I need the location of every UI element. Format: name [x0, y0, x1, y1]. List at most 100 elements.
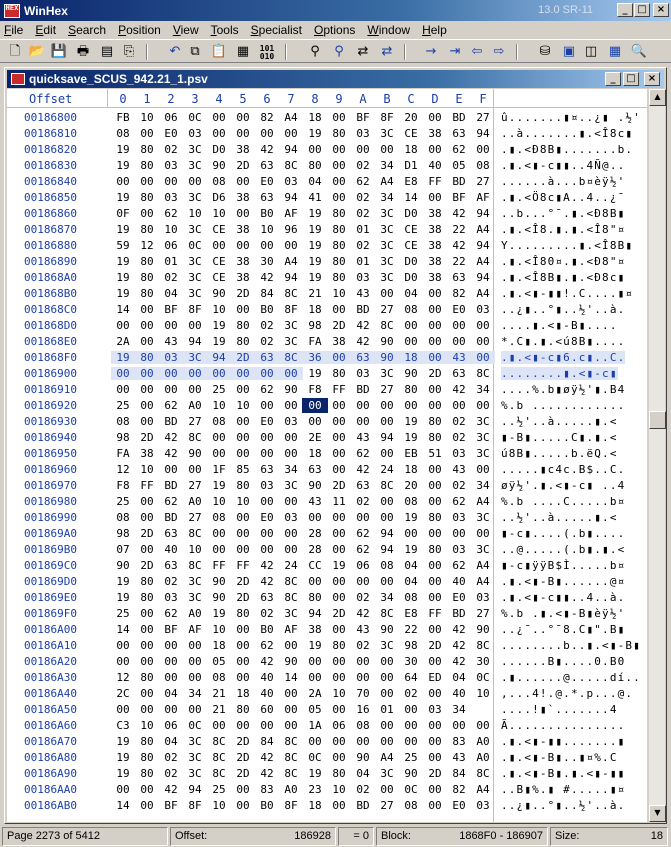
hex-byte[interactable]: 38: [327, 335, 351, 348]
hex-byte[interactable]: 03: [351, 271, 375, 284]
hex-row[interactable]: 001869D0 19 80 02 3C 90 2D 42 8C 00 00 00 00 04 00 40 A4…: [7, 573, 647, 589]
hex-byte[interactable]: 04: [159, 287, 183, 300]
hex-byte[interactable]: 27: [471, 607, 495, 620]
hex-byte[interactable]: 03: [159, 191, 183, 204]
hex-byte[interactable]: 00: [327, 463, 351, 476]
hex-byte[interactable]: 43: [159, 335, 183, 348]
hex-byte[interactable]: 00: [423, 463, 447, 476]
hex-byte[interactable]: 62: [447, 143, 471, 156]
hex-byte[interactable]: 42: [447, 383, 471, 396]
hex-byte[interactable]: 00: [279, 239, 303, 252]
hex-byte[interactable]: 19: [303, 255, 327, 268]
hex-byte[interactable]: BD: [159, 415, 183, 428]
hex-byte[interactable]: 00: [255, 447, 279, 460]
hex-byte[interactable]: 80: [135, 671, 159, 684]
hex-byte[interactable]: CE: [399, 223, 423, 236]
hex-byte[interactable]: 0F: [111, 207, 135, 220]
hex-byte[interactable]: 00: [327, 799, 351, 812]
hex-byte[interactable]: 19: [111, 591, 135, 604]
hex-byte[interactable]: 0C: [183, 719, 207, 732]
hex-byte[interactable]: 00: [231, 543, 255, 556]
hex-byte[interactable]: A4: [471, 255, 495, 268]
hex-byte[interactable]: 03: [159, 351, 183, 364]
hex-byte[interactable]: 00: [327, 143, 351, 156]
hex-byte[interactable]: 80: [135, 575, 159, 588]
text-column[interactable]: .▮.<▮-B▮......@¤: [501, 575, 625, 588]
hex-byte[interactable]: 00: [135, 703, 159, 716]
hex-byte[interactable]: 19: [111, 191, 135, 204]
hex-byte[interactable]: 08: [399, 303, 423, 316]
hex-row[interactable]: 00186A30 12 80 00 00 08 00 40 14 00 00 00 00 64 ED 04 0C…: [7, 669, 647, 685]
position-manager-icon[interactable]: ◫: [582, 43, 600, 61]
hex-byte[interactable]: 10: [207, 399, 231, 412]
hex-byte[interactable]: 42: [447, 639, 471, 652]
hex-byte[interactable]: 00: [351, 671, 375, 684]
hex-byte[interactable]: 00: [135, 511, 159, 524]
hex-byte[interactable]: BD: [447, 111, 471, 124]
hex-byte[interactable]: A0: [471, 735, 495, 748]
hex-byte[interactable]: 3C: [183, 591, 207, 604]
hex-byte[interactable]: 90: [279, 383, 303, 396]
clipboard-icon[interactable]: 📋: [210, 43, 228, 61]
hex-byte[interactable]: 2D: [231, 751, 255, 764]
hex-byte[interactable]: 00: [255, 719, 279, 732]
hex-byte[interactable]: 8C: [207, 767, 231, 780]
replace-text-icon[interactable]: ⇄: [354, 43, 372, 61]
text-column[interactable]: ú8B▮.....b.ëQ.<: [501, 447, 618, 460]
hex-byte[interactable]: 00: [111, 175, 135, 188]
hex-byte[interactable]: 80: [135, 191, 159, 204]
hex-byte[interactable]: E0: [255, 415, 279, 428]
hex-row[interactable]: 00186910 00 00 00 00 25 00 62 90 F8 FF BD 27 80 00 42 34…: [7, 381, 647, 397]
hex-byte[interactable]: 80: [135, 351, 159, 364]
hex-byte[interactable]: 00: [135, 607, 159, 620]
hex-byte[interactable]: 00: [183, 383, 207, 396]
hex-byte[interactable]: 18: [207, 639, 231, 652]
hex-byte[interactable]: 90: [279, 655, 303, 668]
hex-byte[interactable]: E0: [447, 591, 471, 604]
hex-byte[interactable]: 00: [471, 351, 495, 364]
hex-byte[interactable]: 0C: [183, 111, 207, 124]
hex-byte[interactable]: 02: [159, 271, 183, 284]
hex-byte[interactable]: 83: [447, 735, 471, 748]
hex-byte[interactable]: 03: [279, 415, 303, 428]
hex-byte[interactable]: 8C: [279, 287, 303, 300]
hex-byte[interactable]: 94: [279, 271, 303, 284]
hex-byte[interactable]: 00: [231, 207, 255, 220]
hex-byte[interactable]: EB: [399, 447, 423, 460]
hex-byte[interactable]: 98: [399, 639, 423, 652]
hex-byte[interactable]: 00: [423, 319, 447, 332]
hex-byte[interactable]: 02: [255, 335, 279, 348]
text-column[interactable]: øÿ½'.▮.<▮-c▮ ..4: [501, 479, 625, 492]
hex-byte[interactable]: 42: [255, 559, 279, 572]
text-column[interactable]: .▮.<▮-▮▮.......▮: [501, 735, 633, 748]
hex-byte[interactable]: D0: [399, 271, 423, 284]
hex-byte[interactable]: 3C: [471, 447, 495, 460]
hex-byte[interactable]: 42: [255, 751, 279, 764]
undo-arrow-icon[interactable]: ↶: [166, 43, 184, 61]
hex-byte[interactable]: 05: [207, 655, 231, 668]
hex-byte[interactable]: 00: [471, 335, 495, 348]
hex-byte[interactable]: 90: [399, 767, 423, 780]
hex-byte[interactable]: 62: [159, 607, 183, 620]
hex-byte[interactable]: 3C: [375, 255, 399, 268]
hex-byte[interactable]: 38: [303, 623, 327, 636]
hex-byte[interactable]: 03: [159, 591, 183, 604]
hex-byte[interactable]: 38: [231, 255, 255, 268]
hex-byte[interactable]: 02: [351, 639, 375, 652]
hex-byte[interactable]: 00: [159, 703, 183, 716]
hex-byte[interactable]: 00: [255, 431, 279, 444]
hex-byte[interactable]: 04: [399, 559, 423, 572]
hex-byte[interactable]: 08: [399, 799, 423, 812]
hex-byte[interactable]: 80: [135, 255, 159, 268]
hex-byte[interactable]: 00: [327, 399, 351, 412]
hex-byte[interactable]: 38: [423, 207, 447, 220]
text-column[interactable]: ▮-B▮.....C▮.▮.<: [501, 431, 618, 444]
replace-hex-icon[interactable]: ⇄: [378, 43, 396, 61]
hex-byte[interactable]: 8C: [375, 479, 399, 492]
hex-byte[interactable]: CE: [207, 271, 231, 284]
hex-byte[interactable]: 00: [135, 383, 159, 396]
hex-byte[interactable]: 00: [375, 415, 399, 428]
hex-byte[interactable]: 03: [471, 799, 495, 812]
hex-byte[interactable]: 04: [399, 575, 423, 588]
hex-byte[interactable]: 00: [183, 639, 207, 652]
